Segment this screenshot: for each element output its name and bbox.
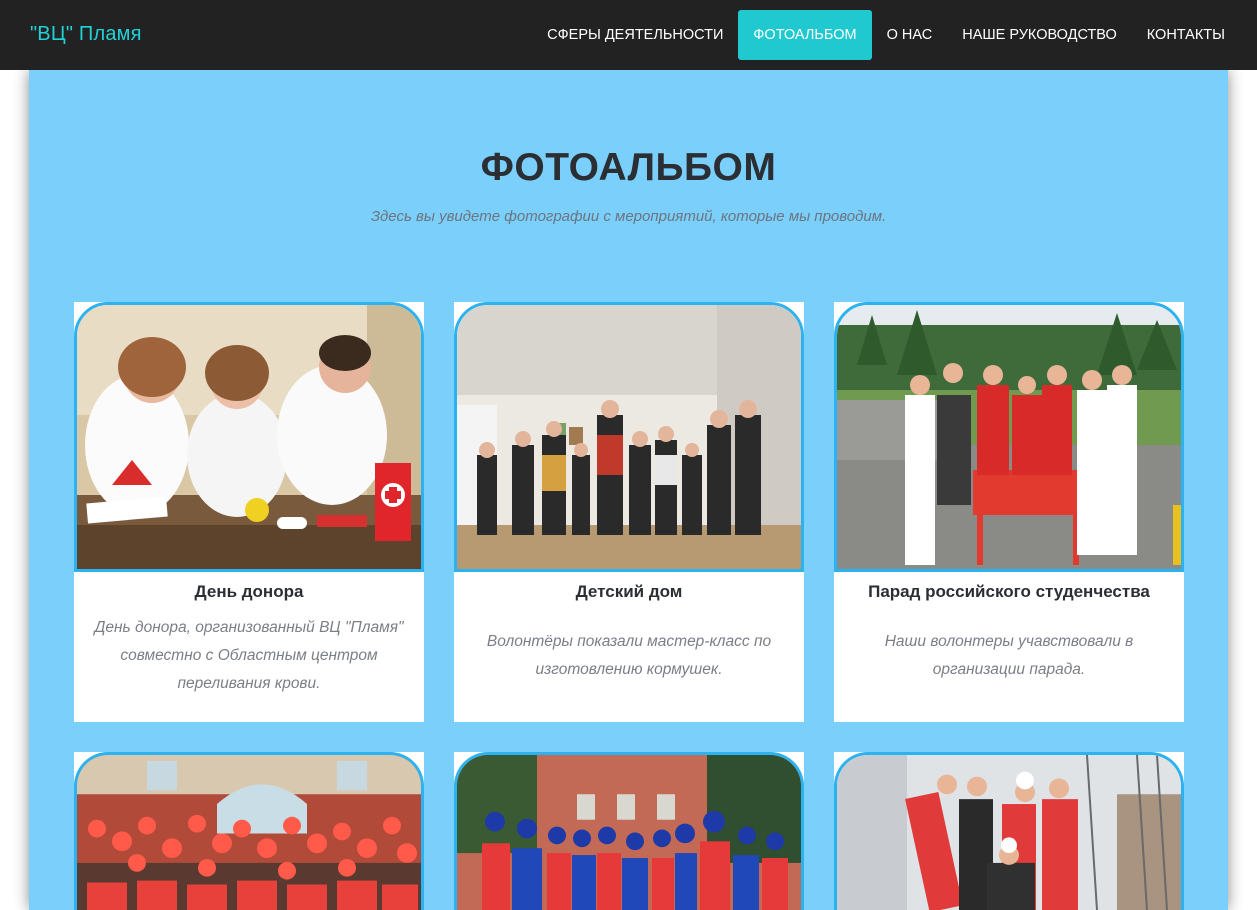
photo-donor-day[interactable]: [74, 302, 424, 572]
nav-menu: СФЕРЫ ДЕЯТЕЛЬНОСТИ ФОТОАЛЬБОМ О НАС НАШЕ…: [532, 10, 1240, 60]
nav-item-photoalbum[interactable]: ФОТОАЛЬБОМ: [738, 10, 872, 60]
album-card[interactable]: Парад российского студенчества Наши воло…: [834, 302, 1184, 722]
nav-item-spheres[interactable]: СФЕРЫ ДЕЯТЕЛЬНОСТИ: [532, 10, 738, 60]
photo-balloons[interactable]: [74, 752, 424, 910]
photo-volunteers-posing[interactable]: [834, 752, 1184, 910]
brand-link[interactable]: "ВЦ" Пламя: [30, 23, 142, 46]
album-card[interactable]: [454, 752, 804, 910]
album-card[interactable]: День донора День донора, организованный …: [74, 302, 424, 722]
card-title: Парад российского студенчества: [868, 582, 1150, 601]
navbar: "ВЦ" Пламя СФЕРЫ ДЕЯТЕЛЬНОСТИ ФОТОАЛЬБОМ…: [0, 0, 1257, 70]
nav-item-contacts[interactable]: КОНТАКТЫ: [1132, 10, 1240, 60]
card-description: День донора, организованный ВЦ "Пламя" с…: [94, 619, 404, 692]
photo-volunteers-group[interactable]: [454, 752, 804, 910]
card-title: Детский дом: [575, 582, 683, 601]
album-card[interactable]: [74, 752, 424, 910]
card-description: Волонтёры показали мастер-класс по изгот…: [486, 633, 772, 678]
album-card[interactable]: Детский дом Волонтёры показали мастер-кл…: [454, 302, 804, 722]
card-title: День донора: [194, 582, 304, 601]
album-card[interactable]: [834, 752, 1184, 910]
page-title: ФОТОАЛЬБОМ: [480, 146, 777, 189]
photo-student-parade[interactable]: [834, 302, 1184, 572]
card-description: Наши волонтеры учавствовали в организаци…: [884, 633, 1134, 678]
photo-orphanage[interactable]: [454, 302, 804, 572]
page-subtitle: Здесь вы увидете фотографии с мероприяти…: [370, 208, 887, 225]
nav-item-leadership[interactable]: НАШЕ РУКОВОДСТВО: [947, 10, 1132, 60]
nav-item-about[interactable]: О НАС: [872, 10, 948, 60]
